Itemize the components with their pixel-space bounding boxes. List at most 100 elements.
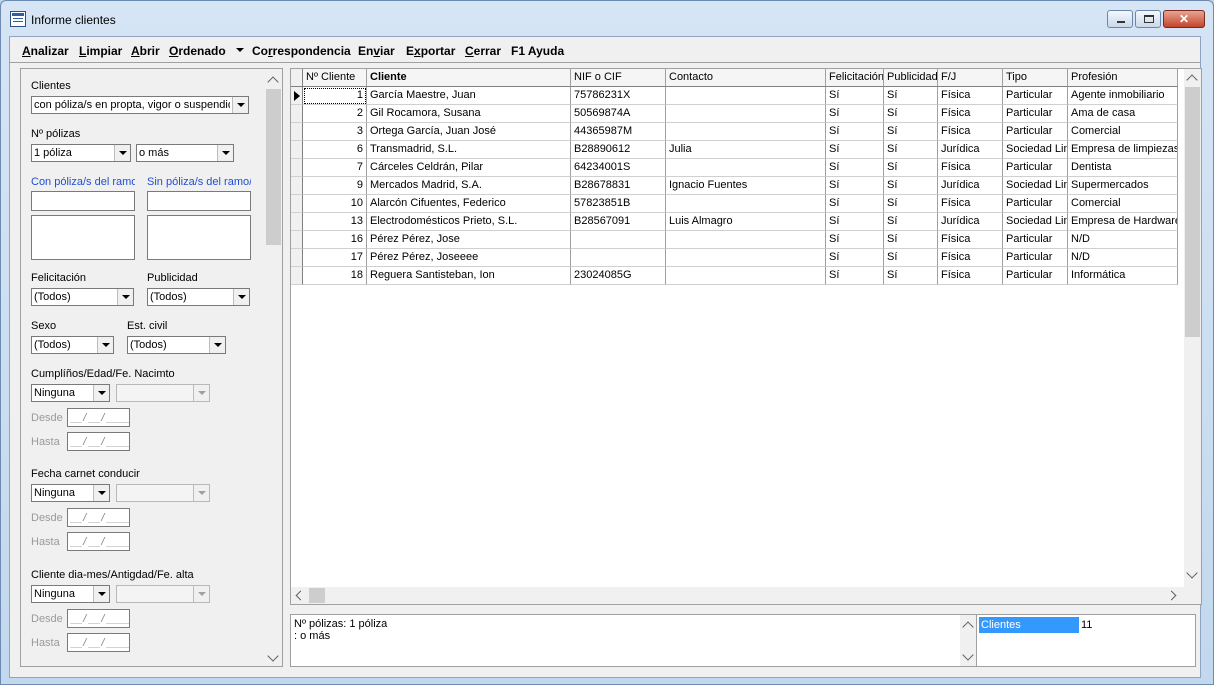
cell-profesion[interactable]: Ama de casa [1068,105,1178,123]
menu-ayuda[interactable]: F1 Ayuda [511,44,564,58]
cumple-hasta-date[interactable]: __/__/____ [67,432,130,451]
scroll-down-icon[interactable] [962,649,974,661]
cell-numero[interactable]: 1 [303,87,367,105]
cell-tipo[interactable]: Sociedad Limitada [1003,141,1068,159]
con-ramo-list[interactable] [31,215,135,260]
cell-felicitacion[interactable]: Sí [826,159,884,177]
cell-felicitacion[interactable]: Sí [826,231,884,249]
sin-ramo-list[interactable] [147,215,251,260]
stats-key[interactable]: Clientes [979,617,1079,633]
cell-nif[interactable]: B28678831 [571,177,666,195]
cell-felicitacion[interactable]: Sí [826,141,884,159]
chevron-down-icon[interactable] [193,586,209,602]
chevron-down-icon[interactable] [93,586,109,602]
header-col-fj[interactable]: F/J [938,69,1003,87]
cell-publicidad[interactable]: Sí [884,141,938,159]
minimize-button[interactable] [1107,10,1133,28]
menu-limpiar[interactable]: Limpiar [79,44,122,58]
cell-fj[interactable]: Física [938,195,1003,213]
cell-profesion[interactable]: Comercial [1068,195,1178,213]
grid-hscrollbar[interactable] [291,587,1186,604]
row-selector[interactable] [291,249,303,267]
menu-abrir[interactable]: Abrir [131,44,160,58]
cell-nif[interactable]: 64234001S [571,159,666,177]
cell-publicidad[interactable]: Sí [884,213,938,231]
cell-fj[interactable]: Física [938,123,1003,141]
cell-cliente[interactable]: Gil Rocamora, Susana [367,105,571,123]
cell-publicidad[interactable]: Sí [884,123,938,141]
cell-numero[interactable]: 13 [303,213,367,231]
cell-publicidad[interactable]: Sí [884,249,938,267]
grid-corner-cell[interactable] [291,69,303,87]
row-selector[interactable] [291,159,303,177]
table-row[interactable]: 7 Cárceles Celdrán, Pilar 64234001S Sí Sí Fís… [291,159,1186,177]
cell-contacto[interactable] [666,267,826,285]
cell-publicidad[interactable]: Sí [884,267,938,285]
table-row[interactable]: 6 Transmadrid, S.L. B28890612 Julia Sí Sí Jurí… [291,141,1186,159]
estcivil-select[interactable]: (Todos) [127,336,226,354]
cell-publicidad[interactable]: Sí [884,159,938,177]
cell-nif[interactable] [571,249,666,267]
cell-profesion[interactable]: Empresa de Hardware [1068,213,1178,231]
cell-nif[interactable] [571,231,666,249]
cell-felicitacion[interactable]: Sí [826,123,884,141]
header-col-publicidad[interactable]: Publicidad [884,69,938,87]
scroll-thumb[interactable] [266,89,281,245]
cell-fj[interactable]: Física [938,105,1003,123]
cell-publicidad[interactable]: Sí [884,231,938,249]
cell-numero[interactable]: 6 [303,141,367,159]
carnet-select[interactable]: Ninguna [31,484,110,502]
chevron-down-icon[interactable] [217,145,233,161]
chevron-down-icon[interactable] [209,337,225,353]
cell-profesion[interactable]: Agente inmobiliario [1068,87,1178,105]
cell-tipo[interactable]: Sociedad Limitada [1003,213,1068,231]
cell-numero[interactable]: 9 [303,177,367,195]
header-col-cliente[interactable]: Cliente [367,69,571,87]
cell-tipo[interactable]: Particular [1003,159,1068,177]
cumple-desde-date[interactable]: __/__/____ [67,408,130,427]
cell-tipo[interactable]: Sociedad Limitada [1003,177,1068,195]
cell-tipo[interactable]: Particular [1003,267,1068,285]
chevron-down-icon[interactable] [193,485,209,501]
cell-tipo[interactable]: Particular [1003,123,1068,141]
menu-exportar[interactable]: Exportar [406,44,455,58]
scroll-thumb[interactable] [309,588,325,603]
sexo-select[interactable]: (Todos) [31,336,114,354]
cell-cliente[interactable]: Cárceles Celdrán, Pilar [367,159,571,177]
cell-numero[interactable]: 3 [303,123,367,141]
scroll-up-icon[interactable] [962,621,974,633]
cell-numero[interactable]: 7 [303,159,367,177]
row-selector[interactable] [291,231,303,249]
clients-grid[interactable]: Nº Cliente Cliente NIF o CIF Contacto Felici… [290,68,1202,605]
row-selector[interactable] [291,141,303,159]
cell-contacto[interactable] [666,105,826,123]
chevron-down-icon[interactable] [114,145,130,161]
cell-cliente[interactable]: Ortega García, Juan José [367,123,571,141]
row-selector[interactable] [291,213,303,231]
cell-contacto[interactable] [666,87,826,105]
ordenado-dropdown-icon[interactable] [236,48,244,52]
chevron-down-icon[interactable] [93,485,109,501]
cell-publicidad[interactable]: Sí [884,177,938,195]
cumple-select[interactable]: Ninguna [31,384,110,402]
table-row[interactable]: 10 Alarcón Cifuentes, Federico 57823851B Sí… [291,195,1186,213]
alta-desde-date[interactable]: __/__/____ [67,609,130,628]
cell-publicidad[interactable]: Sí [884,195,938,213]
summary-scrollbar[interactable] [960,615,977,666]
row-selector[interactable] [291,123,303,141]
title-bar[interactable]: Informe clientes ✕ [1,1,1213,35]
cell-profesion[interactable]: N/D [1068,231,1178,249]
cell-contacto[interactable] [666,195,826,213]
chevron-down-icon[interactable] [117,289,133,305]
filter-scrollbar[interactable] [265,69,282,666]
cell-numero[interactable]: 17 [303,249,367,267]
cell-cliente[interactable]: Mercados Madrid, S.A. [367,177,571,195]
table-row[interactable]: 9 Mercados Madrid, S.A. B28678831 Ignacio F… [291,177,1186,195]
cell-profesion[interactable]: Comercial [1068,123,1178,141]
alta-hasta-date[interactable]: __/__/____ [67,633,130,652]
cell-nif[interactable]: 50569874A [571,105,666,123]
cell-nif[interactable]: 75786231X [571,87,666,105]
cell-contacto[interactable] [666,231,826,249]
cell-fj[interactable]: Jurídica [938,177,1003,195]
carnet-hasta-date[interactable]: __/__/____ [67,532,130,551]
